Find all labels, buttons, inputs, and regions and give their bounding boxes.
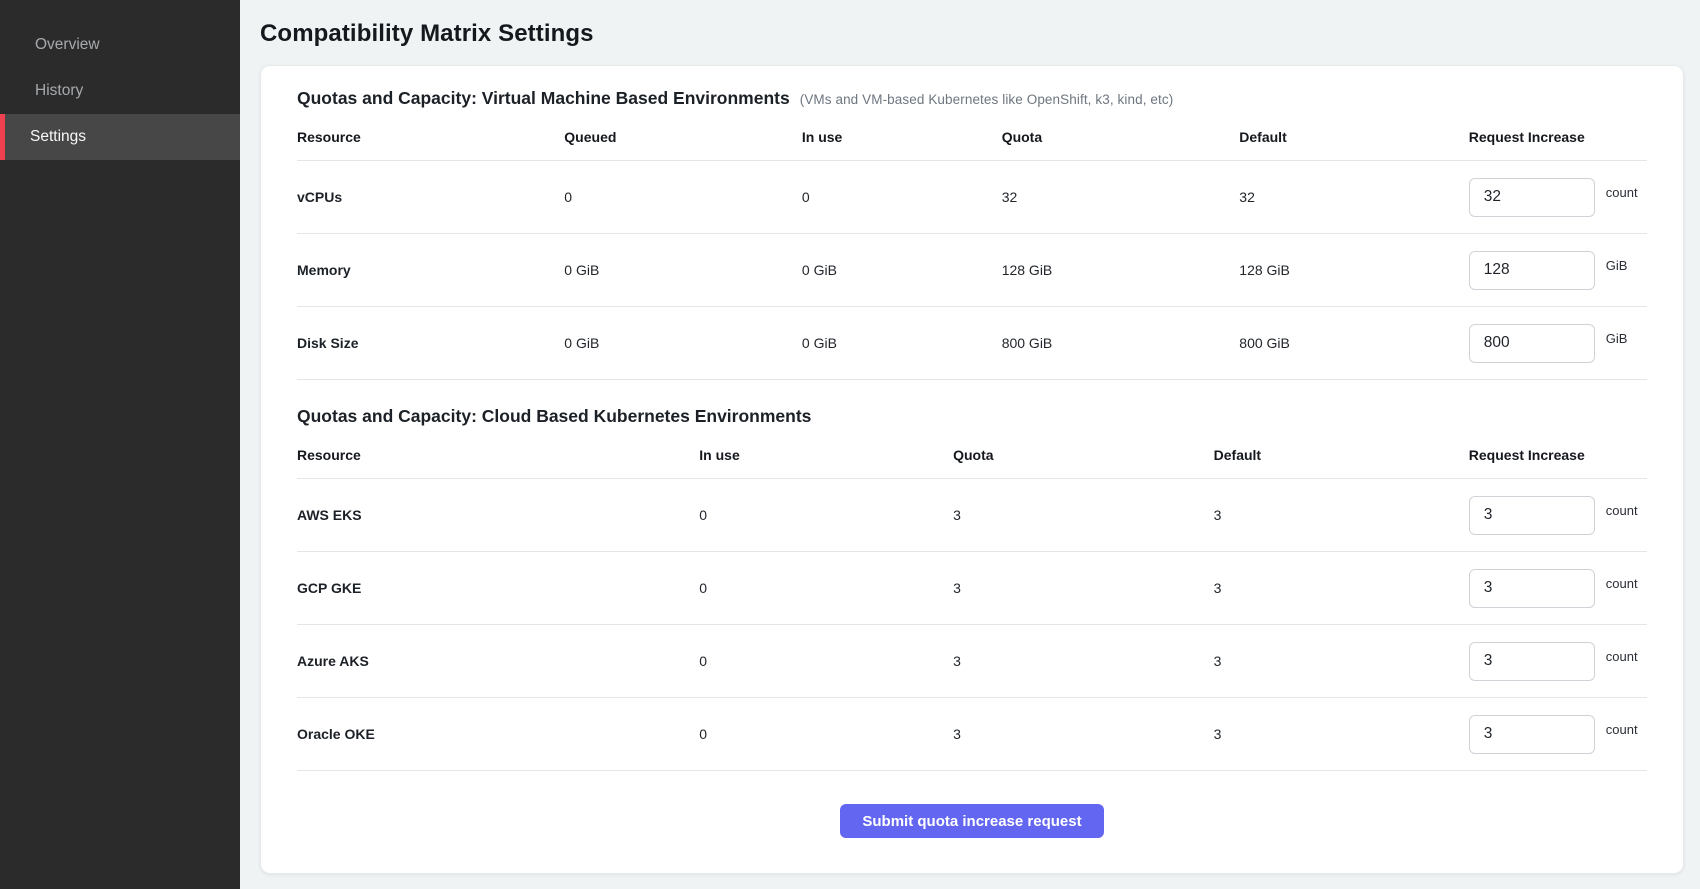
column-header-request-increase: Request Increase: [1469, 427, 1647, 479]
column-header-default: Default: [1239, 109, 1469, 161]
column-header-in-use: In use: [802, 109, 1002, 161]
page-title: Compatibility Matrix Settings: [260, 20, 1684, 48]
sidebar: Overview History Settings: [0, 0, 240, 889]
table-header-row: Resource Queued In use Quota Default Req…: [297, 109, 1647, 161]
sidebar-item-settings[interactable]: Settings: [0, 114, 240, 160]
quota-cell: 32: [1002, 161, 1240, 234]
request-increase-cell: GiB: [1469, 307, 1647, 380]
unit-label: count: [1606, 649, 1638, 664]
default-cell: 32: [1239, 161, 1469, 234]
resource-cell: vCPUs: [297, 161, 564, 234]
unit-label: count: [1606, 503, 1638, 518]
table-row: Memory 0 GiB 0 GiB 128 GiB 128 GiB GiB: [297, 234, 1647, 307]
unit-label: count: [1606, 185, 1638, 200]
column-header-quota: Quota: [953, 427, 1214, 479]
column-header-resource: Resource: [297, 427, 699, 479]
table-header-row: Resource In use Quota Default Request In…: [297, 427, 1647, 479]
table-row: vCPUs 0 0 32 32 count: [297, 161, 1647, 234]
submit-quota-request-button[interactable]: Submit quota increase request: [840, 804, 1103, 838]
default-cell: 3: [1214, 625, 1469, 698]
memory-quota-input[interactable]: [1469, 251, 1595, 290]
column-header-resource: Resource: [297, 109, 564, 161]
table-row: GCP GKE 0 3 3 count: [297, 552, 1647, 625]
request-increase-cell: count: [1469, 479, 1647, 552]
in-use-cell: 0: [699, 552, 953, 625]
quota-cell: 3: [953, 625, 1214, 698]
table-row: Oracle OKE 0 3 3 count: [297, 698, 1647, 771]
sidebar-item-overview[interactable]: Overview: [0, 22, 240, 68]
queued-cell: 0: [564, 161, 802, 234]
column-header-default: Default: [1214, 427, 1469, 479]
column-header-queued: Queued: [564, 109, 802, 161]
request-increase-cell: count: [1469, 552, 1647, 625]
request-increase-cell: count: [1469, 161, 1647, 234]
section-subtitle-vm: (VMs and VM-based Kubernetes like OpenSh…: [800, 92, 1174, 107]
in-use-cell: 0: [699, 479, 953, 552]
quota-cell: 128 GiB: [1002, 234, 1240, 307]
queued-cell: 0 GiB: [564, 234, 802, 307]
request-increase-cell: GiB: [1469, 234, 1647, 307]
quota-cell: 800 GiB: [1002, 307, 1240, 380]
column-header-quota: Quota: [1002, 109, 1240, 161]
section-title-cloud: Quotas and Capacity: Cloud Based Kuberne…: [297, 406, 811, 427]
unit-label: count: [1606, 576, 1638, 591]
resource-cell: Oracle OKE: [297, 698, 699, 771]
resource-cell: Disk Size: [297, 307, 564, 380]
in-use-cell: 0: [699, 698, 953, 771]
queued-cell: 0 GiB: [564, 307, 802, 380]
vcpus-quota-input[interactable]: [1469, 178, 1595, 217]
table-row: Azure AKS 0 3 3 count: [297, 625, 1647, 698]
default-cell: 128 GiB: [1239, 234, 1469, 307]
section-heading-cloud: Quotas and Capacity: Cloud Based Kuberne…: [297, 406, 1647, 427]
default-cell: 800 GiB: [1239, 307, 1469, 380]
unit-label: count: [1606, 722, 1638, 737]
main-content: Compatibility Matrix Settings Quotas and…: [240, 0, 1700, 889]
vm-quota-table: Resource Queued In use Quota Default Req…: [297, 109, 1647, 380]
sidebar-item-history[interactable]: History: [0, 68, 240, 114]
in-use-cell: 0: [802, 161, 1002, 234]
request-increase-cell: count: [1469, 625, 1647, 698]
default-cell: 3: [1214, 698, 1469, 771]
resource-cell: GCP GKE: [297, 552, 699, 625]
table-row: AWS EKS 0 3 3 count: [297, 479, 1647, 552]
unit-label: GiB: [1606, 258, 1628, 273]
section-title-vm: Quotas and Capacity: Virtual Machine Bas…: [297, 88, 790, 109]
quota-cell: 3: [953, 698, 1214, 771]
disk-quota-input[interactable]: [1469, 324, 1595, 363]
footer-actions: Submit quota increase request: [297, 804, 1647, 838]
quota-cell: 3: [953, 552, 1214, 625]
resource-cell: AWS EKS: [297, 479, 699, 552]
column-header-in-use: In use: [699, 427, 953, 479]
default-cell: 3: [1214, 552, 1469, 625]
gcp-gke-quota-input[interactable]: [1469, 569, 1595, 608]
default-cell: 3: [1214, 479, 1469, 552]
quota-cell: 3: [953, 479, 1214, 552]
aws-eks-quota-input[interactable]: [1469, 496, 1595, 535]
oracle-oke-quota-input[interactable]: [1469, 715, 1595, 754]
in-use-cell: 0: [699, 625, 953, 698]
table-row: Disk Size 0 GiB 0 GiB 800 GiB 800 GiB Gi…: [297, 307, 1647, 380]
in-use-cell: 0 GiB: [802, 307, 1002, 380]
resource-cell: Azure AKS: [297, 625, 699, 698]
unit-label: GiB: [1606, 331, 1628, 346]
column-header-request-increase: Request Increase: [1469, 109, 1647, 161]
azure-aks-quota-input[interactable]: [1469, 642, 1595, 681]
request-increase-cell: count: [1469, 698, 1647, 771]
cloud-quota-table: Resource In use Quota Default Request In…: [297, 427, 1647, 771]
in-use-cell: 0 GiB: [802, 234, 1002, 307]
quotas-card: Quotas and Capacity: Virtual Machine Bas…: [260, 65, 1684, 874]
section-heading-vm: Quotas and Capacity: Virtual Machine Bas…: [297, 88, 1647, 109]
resource-cell: Memory: [297, 234, 564, 307]
